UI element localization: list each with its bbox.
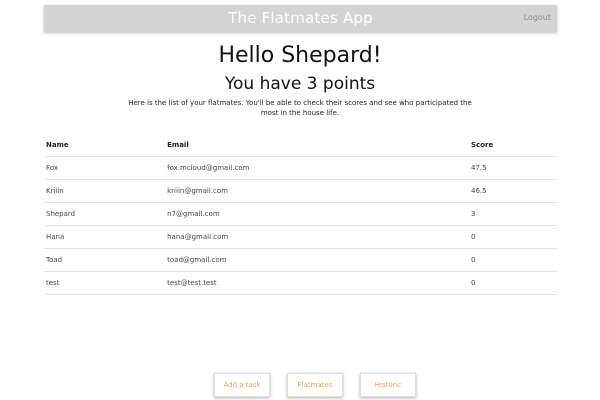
cell-email: kriiin@gmail.com — [165, 179, 470, 203]
column-header-score: Score — [469, 134, 557, 157]
cell-name: Shepard — [44, 202, 166, 226]
cell-score: 0 — [469, 248, 557, 272]
table-row: Kriiin kriiin@gmail.com 46.5 — [44, 179, 557, 203]
cell-email: fox.mcloud@gmail.com — [165, 156, 470, 180]
cell-email: toad@gmail.com — [165, 248, 470, 272]
table-row: Shepard n7@gmail.com 3 — [44, 202, 557, 226]
cell-email: test@test.test — [165, 271, 470, 295]
intro-text: Here is the list of your flatmates. You'… — [128, 99, 472, 117]
add-task-button[interactable]: Add a task — [214, 373, 270, 397]
table-row: Toad toad@gmail.com 0 — [44, 248, 557, 272]
cell-score: 46.5 — [469, 179, 557, 203]
cell-email: hana@gmail.com — [165, 225, 470, 249]
table-header-row: Name Email Score — [44, 134, 557, 157]
cell-name: Hana — [44, 225, 166, 249]
cell-name: test — [44, 271, 166, 295]
page: The Flatmates App Logout Hello Shepard! … — [0, 0, 600, 400]
greeting-heading: Hello Shepard! — [218, 43, 382, 68]
logout-link[interactable]: Logout — [524, 13, 551, 22]
table-row: Fox fox.mcloud@gmail.com 47.5 — [44, 156, 557, 180]
cell-name: Fox — [44, 156, 166, 180]
points-heading: You have 3 points — [224, 74, 376, 94]
flatmates-table: Name Email Score Fox fox.mcloud@gmail.co… — [44, 134, 557, 295]
cell-score: 0 — [469, 271, 557, 295]
column-header-email: Email — [165, 134, 470, 157]
app-header: The Flatmates App Logout — [44, 5, 557, 32]
column-header-name: Name — [44, 134, 166, 157]
historic-button[interactable]: Historic — [360, 373, 416, 397]
cell-name: Toad — [44, 248, 166, 272]
table-row: test test@test.test 0 — [44, 271, 557, 295]
flatmates-button[interactable]: Flatmates — [287, 373, 343, 397]
bottom-nav: Add a task Flatmates Historic — [214, 373, 416, 397]
cell-score: 3 — [469, 202, 557, 226]
cell-score: 47.5 — [469, 156, 557, 180]
app-title: The Flatmates App — [228, 9, 373, 27]
cell-email: n7@gmail.com — [165, 202, 470, 226]
cell-score: 0 — [469, 225, 557, 249]
cell-name: Kriiin — [44, 179, 166, 203]
table-row: Hana hana@gmail.com 0 — [44, 225, 557, 249]
